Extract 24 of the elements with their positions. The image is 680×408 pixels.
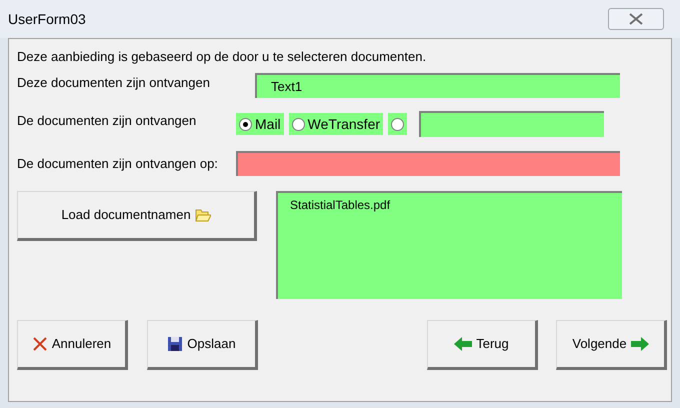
radio-option[interactable] (388, 113, 408, 135)
file-list-item[interactable]: StatistialTables.pdf (290, 196, 622, 214)
next-button[interactable]: Volgende (556, 320, 667, 370)
field-label: De documenten zijn ontvangen op: (17, 154, 219, 173)
text-field[interactable]: Text1 (255, 73, 620, 98)
window-title: UserForm03 (8, 10, 86, 28)
load-button[interactable]: Load documentnamen (17, 191, 257, 241)
file-list[interactable]: StatistialTables.pdf (276, 191, 622, 299)
close-icon (32, 336, 48, 352)
save-button[interactable]: Opslaan (147, 320, 258, 370)
text-field[interactable] (419, 111, 604, 137)
field-label: Deze documenten zijn ontvangen (17, 74, 211, 92)
cancel-button[interactable]: Annuleren (17, 320, 128, 370)
radio-option[interactable]: WeTransfer (288, 113, 384, 135)
intro-text: Deze aanbieding is gebaseerd op de door u te selecteren documenten. (17, 49, 428, 64)
back-button[interactable]: Terug (427, 320, 538, 370)
right-arrow-icon (630, 337, 649, 351)
radio-option[interactable]: Mail (236, 113, 284, 135)
close-icon (628, 13, 644, 25)
close-button[interactable] (608, 8, 664, 30)
folder-icon (194, 208, 211, 222)
left-arrow-icon (454, 337, 472, 351)
field-label: De documenten zijn ontvangen (17, 112, 198, 130)
date-field[interactable] (236, 151, 620, 176)
